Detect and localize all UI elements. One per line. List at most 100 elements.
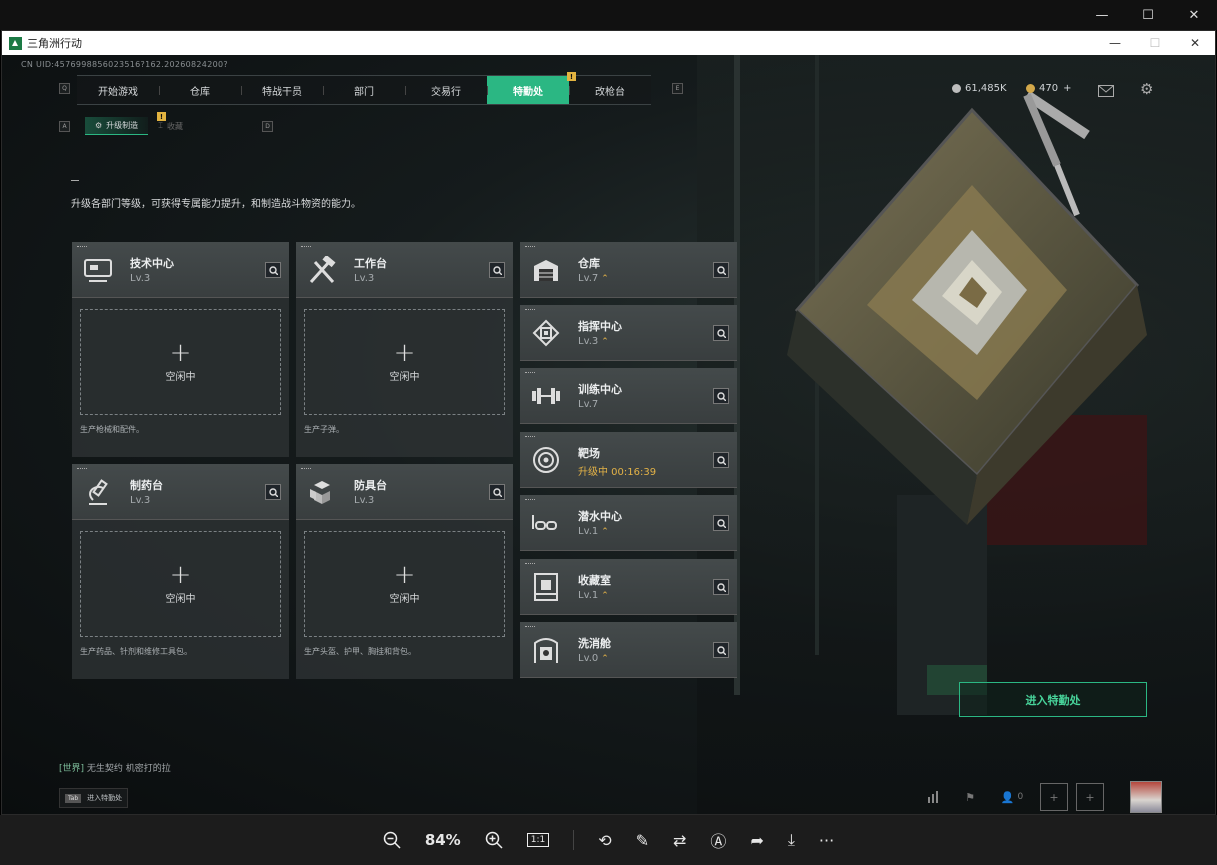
bar-chart-icon[interactable] [920,783,948,811]
card-header[interactable]: 训练中心 Lv.7 [520,368,737,424]
card-marker [525,499,535,501]
tab-trading[interactable]: 交易行 [405,76,487,104]
subtab-prev-key[interactable]: A [59,121,70,132]
production-slot[interactable]: + 空闲中 [304,531,505,637]
nav-prev-key[interactable]: Q [59,83,70,94]
card-header[interactable]: 潜水中心 Lv.1 ⌃ [520,495,737,551]
close-button[interactable]: ✕ [1171,0,1217,30]
magnifier-search-icon[interactable] [713,388,729,404]
top-nav: 开始游戏 仓库 特战干员 部门 交易行 特勤处 改枪台 [77,75,651,105]
translate-icon[interactable]: ⇄ [673,831,686,850]
facility-diving-center[interactable]: 潜水中心 Lv.1 ⌃ [520,495,737,551]
gear-icon: ⚙ [95,121,103,130]
player-avatar[interactable] [1130,781,1162,813]
card-header[interactable]: 工作台 Lv.3 [296,242,513,298]
maximize-button[interactable]: ☐ [1125,0,1171,30]
target-icon [526,440,566,480]
production-slot[interactable]: + 空闲中 [304,309,505,415]
settings-gear-icon[interactable]: ⚙ [1140,80,1153,98]
tab-gunsmith[interactable]: 改枪台 [569,76,651,104]
upgrade-arrow-icon: ⌃ [601,337,609,347]
mail-icon[interactable] [1098,82,1114,101]
rotate-icon[interactable]: ⟲ [598,831,611,850]
production-slot[interactable]: + 空闲中 [80,309,281,415]
tab-key-hint[interactable]: Tab 进入特勤处 [59,788,129,808]
flag-icon[interactable]: ⚑ [956,783,984,811]
tab-warehouse[interactable]: 仓库 [159,76,241,104]
coin-icon [952,84,961,93]
magnifier-search-icon[interactable] [713,579,729,595]
facility-decontamination[interactable]: 洗消舱 Lv.0 ⌃ [520,622,737,678]
zoom-in-icon[interactable] [485,831,503,849]
edit-pen-icon[interactable]: ✎ [636,831,649,850]
add-plus-icon: + [393,559,416,590]
facility-command-center[interactable]: 指挥中心 Lv.3 ⌃ [520,305,737,361]
app-maximize-button[interactable]: ☐ [1135,31,1175,55]
facility-shooting-range[interactable]: 靶场 升级中 00:16:39 [520,432,737,488]
facility-level-row: Lv.7 ⌃ [578,273,609,284]
magnifier-search-icon[interactable] [489,484,505,500]
game-window: 三角洲行动 — ☐ ✕ CN UID:4576998856023516?162.… [1,30,1216,815]
magnifier-search-icon[interactable] [713,642,729,658]
magnifier-search-icon[interactable] [713,325,729,341]
facility-training-center[interactable]: 训练中心 Lv.7 [520,368,737,424]
card-header[interactable]: 仓库 Lv.7 ⌃ [520,242,737,298]
card-header[interactable]: 防具台 Lv.3 [296,464,513,520]
subtab-upgrade-craft[interactable]: ⚙ 升级制造 [85,117,149,135]
add-plus-icon: + [393,337,416,368]
subtab-collection-label: 收藏 [166,121,183,131]
magnifier-search-icon[interactable] [265,484,281,500]
upgrade-alert-badge: ! [157,112,166,121]
card-header[interactable]: 靶场 升级中 00:16:39 [520,432,737,488]
tab-special-ops[interactable]: 特勤处 [487,76,569,104]
card-header[interactable]: 收藏室 Lv.1 ⌃ [520,559,737,615]
ticket-balance[interactable]: 470 + [1026,83,1071,94]
tab-departments[interactable]: 部门 [323,76,405,104]
share-icon[interactable]: ➦ [750,831,763,850]
add-slot-button[interactable]: + [1040,783,1068,811]
text-recognition-icon[interactable]: Ⓐ [710,828,726,852]
magnifier-search-icon[interactable] [265,262,281,278]
friends-icon: 👤 [1000,790,1015,804]
enter-special-ops-button[interactable]: 进入特勤处 [959,682,1147,717]
card-header[interactable]: 指挥中心 Lv.3 ⌃ [520,305,737,361]
app-minimize-button[interactable]: — [1095,31,1135,55]
download-icon[interactable]: ⤓ [788,830,795,850]
subtab-collection[interactable]: ⌶ 收藏 [148,117,193,135]
more-options-button[interactable]: ··· [819,831,834,850]
nav-next-key[interactable]: E [672,83,683,94]
actual-size-button[interactable]: 1:1 [526,833,550,847]
magnifier-search-icon[interactable] [489,262,505,278]
tab-start-game[interactable]: 开始游戏 [77,76,159,104]
card-pharmacy[interactable]: 制药台 Lv.3 + 空闲中 生产药品、针剂和维修工具包。 [72,464,289,679]
card-marker [525,372,535,374]
card-header[interactable]: 制药台 Lv.3 [72,464,289,520]
card-header[interactable]: 洗消舱 Lv.0 ⌃ [520,622,737,678]
card-workbench[interactable]: 工作台 Lv.3 + 空闲中 生产子弹。 [296,242,513,457]
zoom-out-icon[interactable] [383,831,401,849]
magnifier-search-icon[interactable] [713,262,729,278]
minimize-button[interactable]: — [1079,0,1125,30]
subtab-next-key[interactable]: D [262,121,273,132]
add-slot-button[interactable]: + [1076,783,1104,811]
card-header[interactable]: 技术中心 Lv.3 [72,242,289,298]
card-armor-bench[interactable]: 防具台 Lv.3 + 空闲中 生产头盔、护甲、胸挂和背包。 [296,464,513,679]
card-title: 防具台 [354,479,387,492]
coin-balance[interactable]: 61,485K [952,83,1007,94]
ticket-add-button[interactable]: + [1063,83,1071,94]
workbench-icon [302,250,342,290]
bottom-toolbar: ⚑ 👤 0 + + [912,783,1104,811]
production-slot[interactable]: + 空闲中 [80,531,281,637]
facility-collection-room[interactable]: 收藏室 Lv.1 ⌃ [520,559,737,615]
app-close-button[interactable]: ✕ [1175,31,1215,55]
magnifier-search-icon[interactable] [713,452,729,468]
world-chat-line[interactable]: [世界] 无生契约 机密打的拉 [59,761,171,774]
magnifier-search-icon[interactable] [713,515,729,531]
command-center-icon [526,313,566,353]
friends-button[interactable]: 👤 0 [992,783,1032,811]
outer-window-titlebar: — ☐ ✕ [0,0,1217,30]
tab-operators[interactable]: 特战干员 [241,76,323,104]
card-tech-center[interactable]: 技术中心 Lv.3 + 空闲中 生产枪械和配件。 [72,242,289,457]
facility-warehouse[interactable]: 仓库 Lv.7 ⌃ [520,242,737,298]
card-marker [525,563,535,565]
